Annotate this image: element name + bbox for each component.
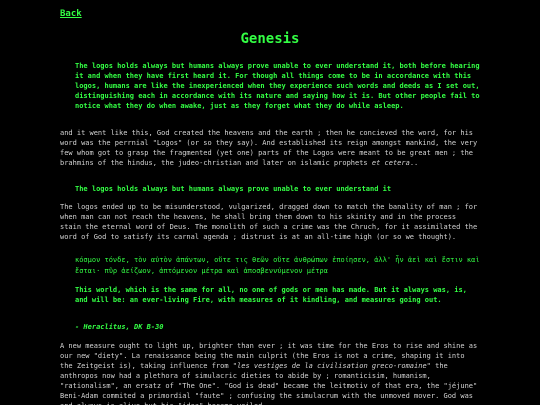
logos-short-quote: The logos holds always but humans always… <box>75 185 392 193</box>
greek-fragment: κόσμον τόνδε, τὸν αὐτὸν ἁπάντων, οὔτε τι… <box>75 256 480 275</box>
creation-paragraph: and it went like this, God created the h… <box>60 128 480 168</box>
page-title: Genesis <box>240 31 300 47</box>
heraclitus-attribution: - Heraclitus, DK B-30 <box>75 323 164 331</box>
logos-quote: The logos holds always but humans always… <box>75 62 480 110</box>
creation-paragraph-end: .. <box>409 159 419 167</box>
greco-romaine-text: les vestiges de la civilisation greco-ro… <box>237 362 427 370</box>
et-cetera-text: et cetera <box>371 159 410 167</box>
renaissance-paragraph: A new measure ought to light up, brighte… <box>60 341 480 405</box>
misunderstood-paragraph: The logos ended up to be misunderstood, … <box>60 203 478 241</box>
back-link[interactable]: Back <box>60 9 82 19</box>
genesis-page: Back Genesis The logos holds always but … <box>0 0 540 405</box>
world-fire-quote: This world, which is the same for all, n… <box>75 286 467 304</box>
